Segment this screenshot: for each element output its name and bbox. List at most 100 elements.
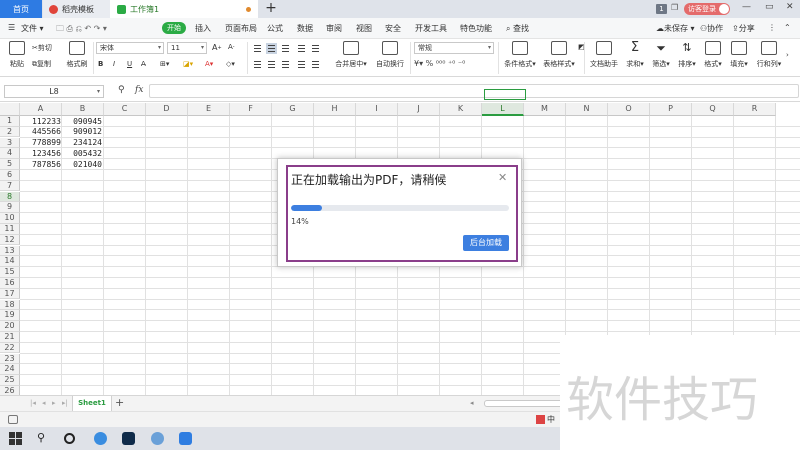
number-format-select[interactable]: 常规 ▾ (414, 42, 494, 54)
copy-button[interactable]: ⧉ 复制 (32, 59, 51, 69)
cell-b5[interactable]: 021040 (72, 160, 102, 170)
sogou-browser-icon[interactable] (94, 432, 107, 445)
photoshop-icon[interactable] (122, 432, 135, 445)
row-header-8[interactable]: 8 (0, 191, 20, 203)
column-header-a[interactable]: A (20, 103, 62, 116)
row-header-1[interactable]: 1 (0, 116, 20, 127)
align-right-icon[interactable] (280, 59, 291, 70)
justify-icon[interactable] (296, 59, 307, 70)
underline-icon[interactable]: U (127, 60, 132, 68)
macro-icon[interactable] (8, 415, 18, 424)
cut-button[interactable]: ✂ 剪切 (32, 43, 52, 53)
strikethrough-icon[interactable]: A̶ (141, 60, 146, 68)
row-header-23[interactable]: 23 (0, 353, 20, 365)
row-header-26[interactable]: 26 (0, 386, 20, 395)
menu-security[interactable]: 安全 (385, 23, 401, 34)
row-header-11[interactable]: 11 (0, 224, 20, 235)
task-view-icon[interactable] (64, 433, 75, 444)
column-header-o[interactable]: O (608, 103, 650, 116)
column-header-e[interactable]: E (188, 103, 230, 116)
font-size-select[interactable]: 11 ▾ (167, 42, 207, 54)
distributed-icon[interactable] (310, 59, 321, 70)
align-middle-icon[interactable] (266, 43, 277, 54)
background-load-button[interactable]: 后台加载 (463, 235, 509, 251)
row-header-17[interactable]: 17 (0, 288, 20, 300)
menu-features[interactable]: 特色功能 (460, 23, 492, 34)
menu-search[interactable]: ⌕ 查找 (506, 23, 529, 34)
taskbar-search-icon[interactable]: ⚲ (37, 432, 50, 445)
column-header-g[interactable]: G (272, 103, 314, 116)
fx-icon[interactable]: fx (135, 85, 143, 95)
row-header-5[interactable]: 5 (0, 159, 20, 170)
toolbar-quick-icons[interactable]: 🗀 ⎙ ⎌ ↶ ↷ ▾ (56, 23, 107, 37)
column-header-b[interactable]: B (62, 103, 104, 116)
cell-a4[interactable]: 123456 (32, 149, 61, 159)
row-header-14[interactable]: 14 (0, 256, 20, 267)
column-header-r[interactable]: R (734, 103, 776, 116)
formula-input[interactable] (149, 84, 799, 98)
collapse-ribbon-icon[interactable]: ⌃ (784, 23, 791, 32)
font-color-icon[interactable]: A▾ (205, 60, 213, 68)
scroll-left-icon[interactable]: ◂ (470, 399, 474, 407)
new-tab-button[interactable]: + (262, 0, 280, 18)
menu-start[interactable]: 开始 (162, 22, 186, 34)
conditional-format-button[interactable]: 条件格式▾ (502, 41, 538, 69)
window-count-badge[interactable]: 1 (656, 4, 667, 14)
cell-a1[interactable]: 112233 (32, 117, 61, 127)
minimize-icon[interactable]: — (742, 2, 751, 12)
menu-insert[interactable]: 插入 (195, 23, 211, 34)
share-button[interactable]: ⇪分享 (732, 23, 755, 34)
selected-cell[interactable] (484, 89, 526, 100)
row-header-2[interactable]: 2 (0, 126, 20, 138)
row-header-6[interactable]: 6 (0, 170, 20, 181)
menu-view[interactable]: 视图 (356, 23, 372, 34)
menu-page-layout[interactable]: 页面布局 (225, 23, 257, 34)
column-header-l[interactable]: L (482, 103, 524, 116)
row-header-16[interactable]: 16 (0, 278, 20, 289)
format-button[interactable]: 格式▾ (700, 41, 726, 69)
row-header-19[interactable]: 19 (0, 310, 20, 321)
login-button[interactable]: 访客登录 (684, 3, 730, 15)
number-format-icons[interactable]: ¥▾ % ⁰⁰⁰ ⁺⁰ ⁻⁰ (414, 59, 465, 68)
select-all-corner[interactable] (0, 103, 20, 116)
close-window-icon[interactable]: ✕ (786, 2, 794, 12)
collab-button[interactable]: ⚇协作 (700, 23, 723, 34)
column-header-c[interactable]: C (104, 103, 146, 116)
cell-a5[interactable]: 787856 (32, 160, 61, 170)
cell-b3[interactable]: 234124 (72, 138, 102, 148)
row-header-22[interactable]: 22 (0, 342, 20, 354)
cell-a3[interactable]: 778899 (32, 138, 61, 148)
row-header-25[interactable]: 25 (0, 375, 20, 386)
name-box[interactable]: L8 ▾ (4, 85, 104, 98)
row-header-24[interactable]: 24 (0, 364, 20, 375)
column-header-i[interactable]: I (356, 103, 398, 116)
cell-b4[interactable]: 005432 (72, 149, 102, 159)
unsaved-dot-icon[interactable] (246, 6, 251, 12)
format-painter-button[interactable]: 格式刷 (62, 41, 92, 69)
row-header-3[interactable]: 3 (0, 137, 20, 149)
cell-b1[interactable]: 090945 (72, 117, 102, 127)
sum-button[interactable]: Σ 求和▾ (622, 41, 648, 69)
italic-icon[interactable]: I (113, 60, 115, 68)
sheet-tab-sheet1[interactable]: Sheet1 (72, 396, 112, 411)
align-top-icon[interactable] (252, 43, 263, 54)
clear-icon[interactable]: ◇▾ (226, 60, 235, 68)
wps-taskbar-icon[interactable] (179, 432, 192, 445)
windows-start-icon[interactable] (9, 432, 22, 445)
table-style-button[interactable]: 表格样式▾ (541, 41, 577, 69)
row-header-10[interactable]: 10 (0, 213, 20, 224)
ime-indicator[interactable]: 中 (536, 414, 555, 425)
align-left-icon[interactable] (252, 59, 263, 70)
doc-helper-button[interactable]: 文档助手 (588, 41, 620, 69)
row-header-13[interactable]: 13 (0, 245, 20, 257)
row-header-7[interactable]: 7 (0, 180, 20, 192)
column-header-n[interactable]: N (566, 103, 608, 116)
bold-icon[interactable]: B (98, 60, 103, 68)
cell-a2[interactable]: 445566 (32, 127, 61, 137)
menu-review[interactable]: 审阅 (326, 23, 342, 34)
column-header-f[interactable]: F (230, 103, 272, 116)
row-header-20[interactable]: 20 (0, 321, 20, 332)
hamburger-icon[interactable]: ☰ (8, 23, 15, 32)
indent-increase-icon[interactable] (310, 43, 321, 54)
column-header-d[interactable]: D (146, 103, 188, 116)
